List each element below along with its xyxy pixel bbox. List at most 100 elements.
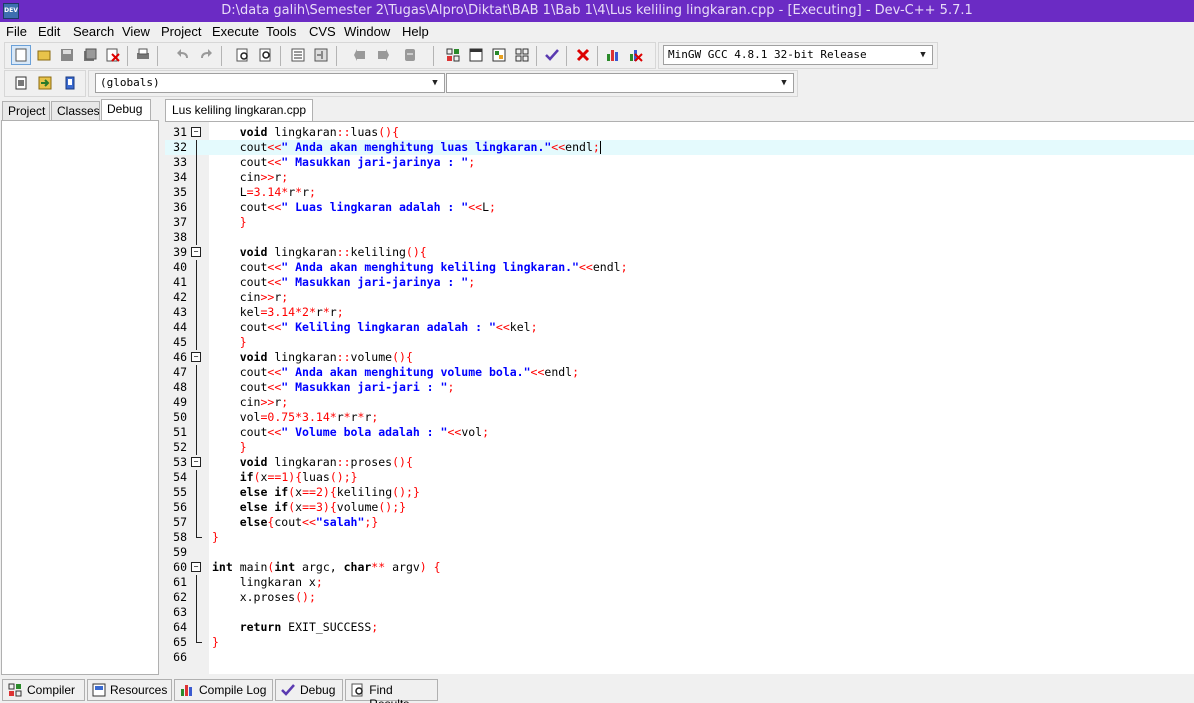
close-file-button[interactable]	[103, 45, 123, 65]
menu-view[interactable]: View	[122, 24, 150, 39]
menu-cvs[interactable]: CVS	[309, 24, 336, 39]
tab-compile-log[interactable]: Compile Log	[174, 679, 273, 701]
code-line[interactable]: 58}	[165, 530, 1194, 545]
goto-next-button[interactable]	[373, 45, 393, 65]
replace-button[interactable]	[256, 45, 276, 65]
code-line[interactable]: 36 cout<<" Luas lingkaran adalah : "<<L;	[165, 200, 1194, 215]
fold-minus-icon[interactable]: −	[191, 247, 201, 257]
class-browser-toolbar: (globals) ▼ ▼	[88, 70, 798, 97]
print-button[interactable]	[133, 45, 153, 65]
tab-resources[interactable]: Resources	[87, 679, 172, 701]
insert-button[interactable]	[11, 73, 31, 93]
code-line[interactable]: 49 cin>>r;	[165, 395, 1194, 410]
tab-compiler[interactable]: Compiler	[2, 679, 85, 701]
profile-button[interactable]	[603, 45, 623, 65]
open-file-button[interactable]	[34, 45, 54, 65]
code-line[interactable]: 59	[165, 545, 1194, 560]
code-line[interactable]: 39− void lingkaran::keliling(){	[165, 245, 1194, 260]
code-line[interactable]: 38	[165, 230, 1194, 245]
code-line[interactable]: 60− int main(int argc, char** argv) {	[165, 560, 1194, 575]
indent-button[interactable]	[288, 45, 308, 65]
code-line[interactable]: 53− void lingkaran::proses(){	[165, 455, 1194, 470]
fold-line-marker	[196, 200, 197, 215]
save-all-button[interactable]	[80, 45, 100, 65]
code-line[interactable]: 34 cin>>r;	[165, 170, 1194, 185]
code-line[interactable]: 63	[165, 605, 1194, 620]
menu-search[interactable]: Search	[73, 24, 114, 39]
tab-debug[interactable]: Debug	[101, 99, 151, 121]
line-number: 39	[173, 245, 187, 259]
code-line[interactable]: 55 else if(x==2){keliling();}	[165, 485, 1194, 500]
code-line[interactable]: 64 return EXIT_SUCCESS;	[165, 620, 1194, 635]
toggle-bookmark-button[interactable]	[400, 45, 420, 65]
menu-execute[interactable]: Execute	[212, 24, 259, 39]
rebuild-all-button[interactable]	[512, 45, 532, 65]
code-line[interactable]: 47 cout<<" Anda akan menghitung volume b…	[165, 365, 1194, 380]
globals-select[interactable]: (globals) ▼	[95, 73, 445, 93]
code-line[interactable]: 57 else{cout<<"salah";}	[165, 515, 1194, 530]
line-number: 62	[173, 590, 187, 604]
code-line[interactable]: 42 cin>>r;	[165, 290, 1194, 305]
fold-minus-icon[interactable]: −	[191, 127, 201, 137]
code-line[interactable]: 44 cout<<" Keliling lingkaran adalah : "…	[165, 320, 1194, 335]
compile-button[interactable]	[443, 45, 463, 65]
menu-bar: File Edit Search View Project Execute To…	[0, 22, 1194, 42]
members-select[interactable]: ▼	[446, 73, 794, 93]
code-line[interactable]: 56 else if(x==3){volume();}	[165, 500, 1194, 515]
code-line[interactable]: 52 }	[165, 440, 1194, 455]
code-line[interactable]: 31− void lingkaran::luas(){	[165, 125, 1194, 140]
syntax-check-button[interactable]	[542, 45, 562, 65]
compile-run-button[interactable]	[489, 45, 509, 65]
code-line[interactable]: 46− void lingkaran::volume(){	[165, 350, 1194, 365]
find-button[interactable]	[233, 45, 253, 65]
code-line[interactable]: 35 L=3.14*r*r;	[165, 185, 1194, 200]
arrow-right-icon	[378, 49, 389, 61]
code-line[interactable]: 54 if(x==1){luas();}	[165, 470, 1194, 485]
tab-find-results[interactable]: Find Results	[345, 679, 438, 703]
code-line[interactable]: 45 }	[165, 335, 1194, 350]
save-button[interactable]	[57, 45, 77, 65]
new-file-button[interactable]	[11, 45, 31, 65]
stop-execution-button[interactable]	[573, 45, 593, 65]
debug-panel[interactable]	[1, 120, 159, 675]
menu-file[interactable]: File	[6, 24, 27, 39]
unindent-button[interactable]	[311, 45, 331, 65]
goto-function-button[interactable]	[35, 73, 55, 93]
code-line[interactable]: 62 x.proses();	[165, 590, 1194, 605]
menu-tools[interactable]: Tools	[266, 24, 296, 39]
code-line[interactable]: 37 }	[165, 215, 1194, 230]
code-line[interactable]: 43 kel=3.14*2*r*r;	[165, 305, 1194, 320]
code-line[interactable]: 61 lingkaran x;	[165, 575, 1194, 590]
editor-file-tab[interactable]: Lus keliling lingkaran.cpp	[165, 99, 314, 121]
undo-button[interactable]	[173, 45, 193, 65]
tab-debug-output[interactable]: Debug	[275, 679, 343, 701]
code-line[interactable]: 65}	[165, 635, 1194, 650]
fold-minus-icon[interactable]: −	[191, 352, 201, 362]
goto-prev-button[interactable]	[350, 45, 370, 65]
menu-edit[interactable]: Edit	[38, 24, 60, 39]
fold-minus-icon[interactable]: −	[191, 457, 201, 467]
code-line[interactable]: 41 cout<<" Masukkan jari-jarinya : ";	[165, 275, 1194, 290]
menu-project[interactable]: Project	[161, 24, 201, 39]
save-icon	[61, 49, 73, 61]
code-line[interactable]: 40 cout<<" Anda akan menghitung keliling…	[165, 260, 1194, 275]
tab-classes[interactable]: Classes	[51, 101, 100, 120]
save-all-icon	[84, 48, 97, 61]
tab-project[interactable]: Project	[2, 101, 50, 120]
redo-button[interactable]	[196, 45, 216, 65]
code-line[interactable]: 66	[165, 650, 1194, 665]
code-line[interactable]: 50 vol=0.75*3.14*r*r*r;	[165, 410, 1194, 425]
code-line[interactable]: 48 cout<<" Masukkan jari-jari : ";	[165, 380, 1194, 395]
toggle-bookmark-blue-button[interactable]	[60, 73, 80, 93]
code-line[interactable]: 33 cout<<" Masukkan jari-jarinya : ";	[165, 155, 1194, 170]
fold-minus-icon[interactable]: −	[191, 562, 201, 572]
run-button[interactable]	[466, 45, 486, 65]
menu-window[interactable]: Window	[344, 24, 390, 39]
code-text: cin>>r;	[212, 170, 289, 184]
code-line[interactable]: 51 cout<<" Volume bola adalah : "<<vol;	[165, 425, 1194, 440]
compiler-select[interactable]: MinGW GCC 4.8.1 32-bit Release ▼	[663, 45, 933, 65]
delete-profile-button[interactable]	[626, 45, 646, 65]
code-line[interactable]: 32 cout<<" Anda akan menghitung luas lin…	[165, 140, 1194, 155]
code-editor[interactable]: 31− void lingkaran::luas(){32 cout<<" An…	[165, 121, 1194, 674]
menu-help[interactable]: Help	[402, 24, 429, 39]
